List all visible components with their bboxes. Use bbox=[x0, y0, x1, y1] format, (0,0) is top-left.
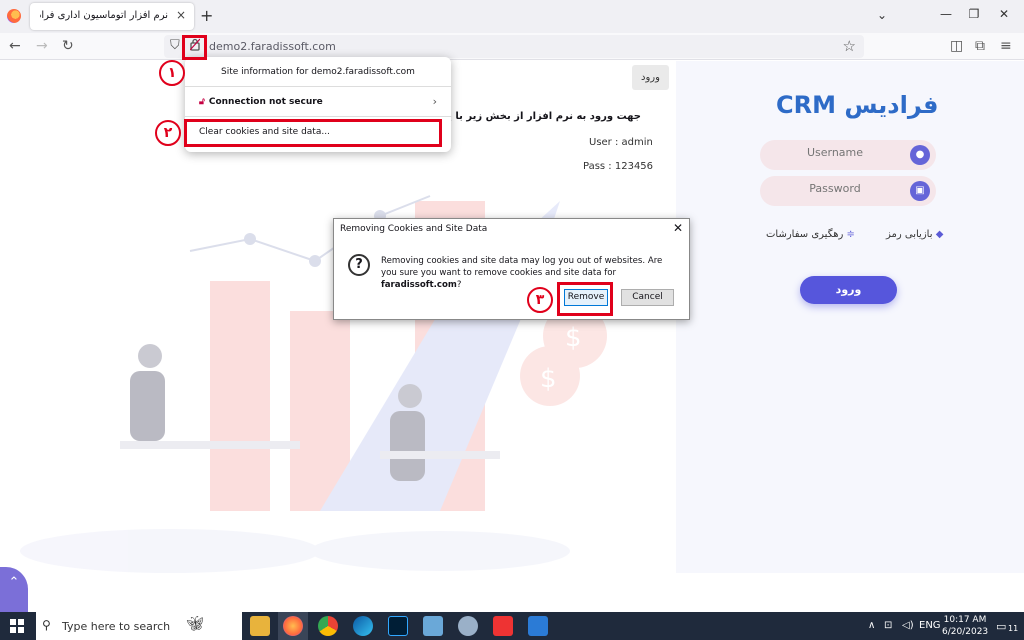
top-login-button[interactable]: ورود bbox=[632, 65, 669, 90]
crm-logo: فرادیس CRM bbox=[776, 91, 939, 119]
photos-icon[interactable] bbox=[528, 616, 548, 636]
pocket-icon[interactable]: ◫ bbox=[950, 38, 963, 54]
browser-tab[interactable]: نرم افزار اتوماسیون اداری فرادیس 396 × bbox=[30, 3, 194, 30]
track-orders-link[interactable]: ≑ رهگیری سفارشات bbox=[766, 229, 855, 240]
dialog-body: ? Removing cookies and site data may log… bbox=[334, 240, 689, 319]
user-icon: ● bbox=[910, 145, 930, 165]
search-icon: ⚲ bbox=[42, 618, 51, 632]
address-bar[interactable]: ⛉ demo2.faradissoft.com ☆ bbox=[164, 35, 864, 58]
password-hint: Pass : 123456 bbox=[583, 161, 654, 172]
firefox-taskbar-icon[interactable] bbox=[283, 616, 303, 636]
tab-title: نرم افزار اتوماسیون اداری فرادیس 396 bbox=[40, 10, 168, 21]
menu-icon[interactable]: ≡ bbox=[1000, 38, 1012, 54]
tab-close-icon[interactable]: × bbox=[176, 8, 186, 22]
photoshop-icon[interactable] bbox=[388, 616, 408, 636]
windows-taskbar: ⚲ Type here to search 🦋︎ ∧ ⊡ ◁) ENG 10:1… bbox=[0, 612, 1024, 640]
browser-tabbar: نرم افزار اتوماسیون اداری فرادیس 396 × +… bbox=[0, 0, 1024, 33]
dialog-domain: faradissoft.com bbox=[381, 280, 457, 290]
track-orders-label: رهگیری سفارشات bbox=[766, 229, 844, 240]
svg-text:$: $ bbox=[565, 323, 582, 353]
edge-icon[interactable] bbox=[353, 616, 373, 636]
dialog-message-end: ? bbox=[456, 280, 462, 290]
cancel-button[interactable]: Cancel bbox=[621, 289, 674, 306]
annotation-step-2: ٢ bbox=[155, 120, 181, 146]
notification-icon[interactable]: ▭ bbox=[996, 620, 1006, 633]
dialog-message: Removing cookies and site data may log y… bbox=[381, 255, 671, 291]
web-page: $ $ ورود جهت ورود به نرم افزار از بخش زی… bbox=[0, 61, 1024, 612]
tab-list-chevron-icon[interactable]: ⌄ bbox=[877, 8, 887, 22]
anydesk-icon[interactable] bbox=[493, 616, 513, 636]
app-icon[interactable] bbox=[458, 616, 478, 636]
forward-icon[interactable]: → bbox=[36, 38, 48, 54]
divider bbox=[185, 116, 451, 117]
start-button[interactable] bbox=[10, 619, 24, 633]
shield-check-icon: ◆ bbox=[935, 229, 944, 240]
padlock-icon: ▣ bbox=[910, 181, 930, 201]
username-input[interactable] bbox=[770, 146, 900, 159]
dialog-close-icon[interactable]: ✕ bbox=[673, 221, 683, 235]
password-input[interactable] bbox=[770, 182, 900, 195]
tray-chevron-icon[interactable]: ∧ bbox=[868, 620, 875, 631]
chrome-icon[interactable] bbox=[318, 616, 338, 636]
dialog-message-text: Removing cookies and site data may log y… bbox=[381, 256, 663, 278]
extensions-icon[interactable]: ⧉ bbox=[975, 38, 985, 54]
username-field[interactable]: ● bbox=[760, 140, 936, 170]
language-indicator[interactable]: ENG bbox=[919, 620, 941, 631]
divider bbox=[185, 86, 451, 87]
signpost-icon: ≑ bbox=[846, 229, 855, 240]
volume-icon[interactable]: ◁) bbox=[902, 620, 914, 631]
annotation-box-clear-cookies bbox=[184, 119, 442, 147]
back-icon[interactable]: ← bbox=[9, 38, 21, 54]
illustration-image: $ $ bbox=[20, 195, 607, 573]
username-hint: User : admin bbox=[589, 137, 653, 148]
clock-date: 6/20/2023 bbox=[942, 627, 989, 637]
dialog-title: Removing Cookies and Site Data bbox=[340, 224, 488, 234]
login-panel: فرادیس CRM ● ▣ ◆ بازیابی رمز ≑ رهگیری سف… bbox=[676, 61, 1024, 573]
annotation-step-3: ٣ bbox=[527, 287, 553, 313]
new-tab-button[interactable]: + bbox=[200, 6, 213, 25]
firefox-logo-icon bbox=[7, 9, 21, 23]
insecure-lock-icon: 🔓︎ bbox=[199, 97, 205, 107]
tracking-shield-icon[interactable]: ⛉ bbox=[170, 38, 180, 53]
minimize-icon[interactable]: — bbox=[936, 7, 956, 21]
connection-status-item[interactable]: 🔓︎ Connection not secure bbox=[199, 97, 323, 107]
password-field[interactable]: ▣ bbox=[760, 176, 936, 206]
url-text[interactable]: demo2.faradissoft.com bbox=[209, 40, 336, 53]
clock-time: 10:17 AM bbox=[943, 615, 987, 625]
taskbar-clock[interactable]: 10:17 AM 6/20/2023 bbox=[942, 614, 988, 638]
notification-count: 11 bbox=[1008, 624, 1019, 633]
chevron-right-icon[interactable]: › bbox=[433, 95, 437, 108]
restore-icon[interactable]: ❐ bbox=[964, 7, 984, 21]
reload-icon[interactable]: ↻ bbox=[62, 38, 74, 54]
annotation-box-remove bbox=[557, 282, 613, 316]
butterfly-icon: 🦋︎ bbox=[186, 616, 204, 632]
recover-password-link[interactable]: ◆ بازیابی رمز bbox=[886, 229, 943, 240]
remove-cookies-dialog: Removing Cookies and Site Data ✕ ? Remov… bbox=[333, 218, 690, 320]
dialog-titlebar: Removing Cookies and Site Data ✕ bbox=[334, 219, 689, 240]
browser-navbar: ← → ↻ ⛉ demo2.faradissoft.com ☆ ◫ ⧉ ≡ bbox=[0, 33, 1024, 60]
site-info-title: Site information for demo2.faradissoft.c… bbox=[221, 67, 415, 77]
taskbar-search[interactable]: ⚲ Type here to search 🦋︎ bbox=[36, 612, 242, 640]
login-submit-button[interactable]: ورود bbox=[800, 276, 897, 304]
svg-text:$: $ bbox=[540, 364, 557, 394]
app-icon[interactable] bbox=[423, 616, 443, 636]
annotation-step-1: ١ bbox=[159, 60, 185, 86]
network-icon[interactable]: ⊡ bbox=[884, 620, 892, 631]
connection-status-label: Connection not secure bbox=[208, 97, 323, 107]
window-close-icon[interactable]: ✕ bbox=[994, 7, 1014, 21]
recover-password-label: بازیابی رمز bbox=[886, 229, 933, 240]
file-explorer-icon[interactable] bbox=[250, 616, 270, 636]
annotation-box-lock bbox=[182, 35, 207, 60]
question-icon: ? bbox=[348, 254, 370, 276]
bookmark-star-icon[interactable]: ☆ bbox=[843, 37, 856, 55]
taskbar-search-placeholder: Type here to search bbox=[62, 620, 171, 633]
